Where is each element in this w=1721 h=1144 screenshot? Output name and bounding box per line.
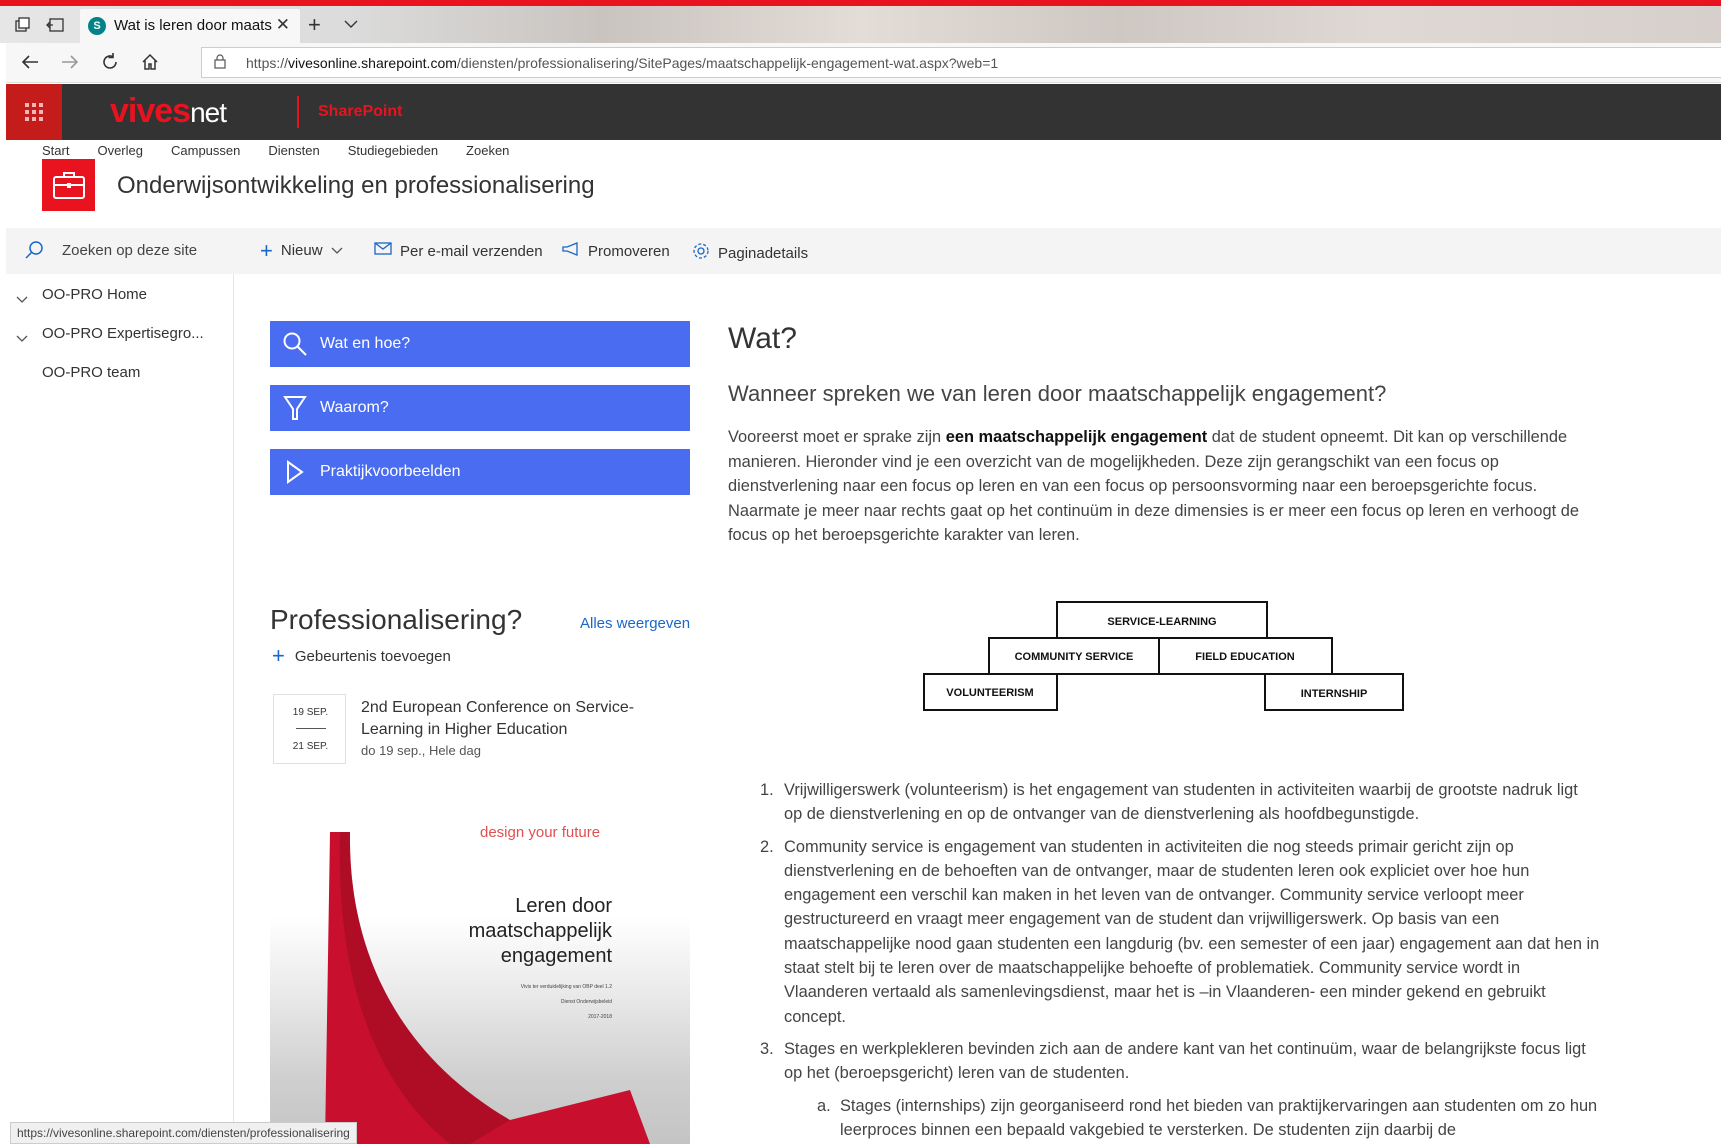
quicklink-wat-en-hoe[interactable]: Wat en hoe?	[270, 321, 690, 367]
close-tab-icon[interactable]: ✕	[276, 15, 290, 35]
browser-tab-active[interactable]: S Wat is leren door maats ✕	[80, 9, 300, 43]
brochure-artwork	[325, 832, 650, 1144]
megaphone-icon	[562, 242, 580, 261]
quicklink-label: Waarom?	[320, 399, 389, 416]
home-icon[interactable]	[140, 52, 160, 76]
diagram-service-learning: SERVICE-LEARNING	[1107, 616, 1216, 628]
search-icon	[24, 240, 44, 265]
url-text: https://vivesonline.sharepoint.com/diens…	[246, 55, 999, 71]
diagram-field-education: FIELD EDUCATION	[1195, 651, 1294, 663]
event-date-start: 19 SEP.	[292, 707, 329, 718]
vivesnet-logo[interactable]: vivesnet	[110, 92, 227, 131]
leftnav-item-expertisegroep[interactable]: OO-PRO Expertisegro...	[42, 325, 204, 342]
chevron-down-icon	[331, 242, 343, 259]
site-search-box[interactable]: Zoeken op deze site	[6, 228, 234, 274]
chevron-down-icon[interactable]	[16, 292, 28, 307]
site-top-nav: Start Overleg Campussen Diensten Studiegebie…	[42, 143, 537, 158]
url-field[interactable]: https://vivesonline.sharepoint.com/diens…	[201, 47, 1721, 78]
refresh-icon[interactable]	[100, 52, 120, 76]
sharepoint-label[interactable]: SharePoint	[318, 103, 402, 121]
events-view-all-link[interactable]: Alles weergeven	[580, 615, 690, 632]
promote-label: Promoveren	[588, 243, 670, 260]
page-details-label: Paginadetails	[718, 245, 809, 262]
quicklink-label: Wat en hoe?	[320, 335, 411, 352]
leftnav-item-home[interactable]: OO-PRO Home	[42, 286, 147, 303]
gear-icon	[692, 242, 710, 265]
topnav-studiegebieden[interactable]: Studiegebieden	[348, 143, 438, 158]
chevron-down-icon[interactable]	[344, 16, 358, 32]
quicklink-label: Praktijkvoorbeelden	[320, 463, 461, 480]
date-divider	[296, 728, 326, 729]
add-event-button[interactable]: + Gebeurtenis toevoegen	[272, 643, 451, 668]
status-bar-url: https://vivesonline.sharepoint.com/diens…	[10, 1122, 357, 1144]
tab-title: Wat is leren door maats	[114, 17, 272, 34]
email-label: Per e-mail verzenden	[400, 242, 543, 260]
browser-address-bar: https://vivesonline.sharepoint.com/diens…	[6, 43, 1721, 83]
command-bar: Zoeken op deze site + Nieuw Per e-mail v…	[6, 228, 1721, 274]
topnav-overleg[interactable]: Overleg	[97, 143, 143, 158]
brand-divider	[297, 96, 299, 128]
plus-icon: +	[272, 643, 285, 668]
topnav-diensten[interactable]: Diensten	[268, 143, 319, 158]
article-intro: Vooreerst moet er sprake zijn een maatsc…	[728, 428, 1579, 544]
lock-icon	[214, 54, 226, 72]
page-details-button[interactable]: Paginadetails	[692, 242, 808, 265]
list-item: 3. Stages en werkplekleren bevinden zich …	[760, 1039, 1586, 1083]
forward-icon[interactable]	[60, 52, 80, 76]
leftnav-item-team[interactable]: OO-PRO team	[42, 364, 140, 381]
browser-tab-bar: S Wat is leren door maats ✕ +	[0, 6, 1721, 43]
email-button[interactable]: Per e-mail verzenden	[374, 242, 543, 260]
topnav-campussen[interactable]: Campussen	[171, 143, 240, 158]
event-meta: do 19 sep., Hele dag	[361, 743, 481, 758]
events-title: Professionalisering?	[270, 604, 523, 635]
quicklink-praktijkvoorbeelden[interactable]: Praktijkvoorbeelden	[270, 449, 690, 495]
brochure-tagline: design your future	[480, 824, 601, 841]
list-item: 1. Vrijwilligerswerk (volunteerism) is he…	[760, 781, 1578, 824]
app-launcher-icon[interactable]	[6, 84, 62, 140]
new-label: Nieuw	[280, 242, 323, 259]
tab-aside-icon[interactable]	[44, 14, 66, 36]
event-title-link[interactable]: 2nd European Conference on Service-Learn…	[361, 697, 661, 741]
brochure-subtext: Vivis ter verduidelijking van OBP deel 1…	[520, 984, 612, 1020]
suite-bar: vivesnet SharePoint	[6, 84, 1721, 140]
brochure-title: Leren door maatschappelijk engagement	[468, 895, 612, 967]
article-list: 1. Vrijwilligerswerk (volunteerism) is he…	[760, 778, 1600, 1142]
search-icon	[270, 331, 320, 357]
chevron-down-icon[interactable]	[16, 331, 28, 346]
diagram-volunteerism: VOLUNTEERISM	[946, 687, 1033, 699]
left-navigation: OO-PRO Home OO-PRO Expertisegro... OO-PR…	[6, 274, 234, 1144]
sub-list-item: a. Stages (internships) zijn georganiseer…	[817, 1096, 1598, 1139]
diagram-internship: INTERNSHIP	[1301, 688, 1368, 700]
funnel-icon	[270, 395, 320, 421]
article-heading: Wat?	[728, 322, 797, 355]
plus-icon: +	[260, 237, 273, 263]
tab-actions-icon[interactable]	[12, 14, 34, 36]
topnav-start[interactable]: Start	[42, 143, 69, 158]
diagram-community-service: COMMUNITY SERVICE	[1015, 651, 1134, 663]
search-placeholder: Zoeken op deze site	[62, 242, 198, 259]
article-subheading: Wanneer spreken we van leren door maatsc…	[728, 381, 1387, 406]
sharepoint-favicon-icon: S	[88, 17, 106, 35]
quicklink-waarom[interactable]: Waarom?	[270, 385, 690, 431]
new-tab-icon[interactable]: +	[308, 14, 321, 36]
event-date-end: 21 SEP.	[292, 741, 329, 752]
site-title[interactable]: Onderwijsontwikkeling en professionalise…	[117, 172, 595, 200]
event-date-box[interactable]: 19 SEP. 21 SEP.	[273, 694, 346, 764]
new-button[interactable]: + Nieuw	[260, 237, 343, 263]
site-logo-briefcase-icon[interactable]	[42, 159, 95, 211]
play-icon	[270, 460, 320, 484]
mail-icon	[374, 242, 392, 260]
topnav-zoeken[interactable]: Zoeken	[466, 143, 509, 158]
brochure-cover-image[interactable]: design your future Leren door maatschapp…	[270, 820, 690, 1144]
back-icon[interactable]	[20, 52, 40, 76]
promote-button[interactable]: Promoveren	[562, 242, 670, 261]
list-item: 2. Community service is engagement van st…	[760, 837, 1600, 1026]
add-event-label: Gebeurtenis toevoegen	[294, 647, 451, 665]
continuum-diagram: SERVICE-LEARNING COMMUNITY SERVICE FIELD…	[923, 601, 1404, 711]
